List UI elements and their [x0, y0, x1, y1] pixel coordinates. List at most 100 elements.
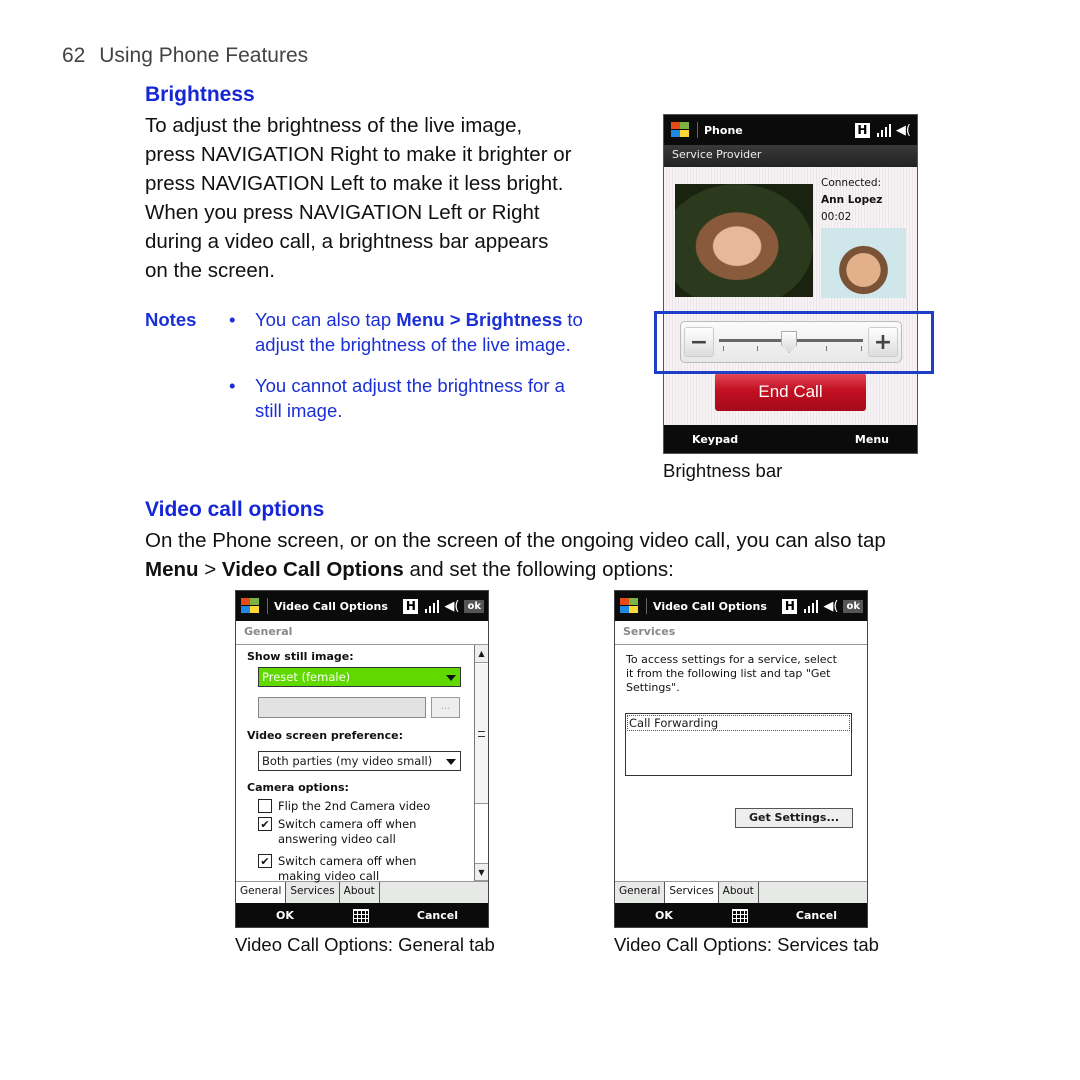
checkbox-label: Flip the 2nd Camera video: [278, 799, 431, 813]
title-bar: Video Call Options H ◀( ok: [615, 591, 867, 621]
checkbox-flip-camera[interactable]: Flip the 2nd Camera video: [258, 799, 430, 814]
camera-options-label: Camera options:: [247, 781, 349, 794]
brightness-bar-caption: Brightness bar: [663, 460, 783, 481]
app-title: Video Call Options: [653, 599, 767, 613]
scroll-up-icon[interactable]: ▲: [475, 645, 488, 663]
ok-button[interactable]: ok: [843, 599, 863, 613]
list-item[interactable]: Call Forwarding: [627, 715, 850, 731]
windows-start-icon[interactable]: [240, 598, 260, 614]
signal-icon[interactable]: [802, 599, 819, 613]
softkey-bar: Keypad Menu: [664, 425, 917, 453]
call-duration: 00:02: [821, 211, 852, 223]
tab-general[interactable]: General: [615, 882, 666, 903]
connected-label: Connected:: [821, 177, 882, 189]
video-call-area: Connected: Ann Lopez 00:02 − + End Call: [664, 167, 917, 425]
volume-icon[interactable]: ◀(: [823, 599, 838, 614]
app-title: Phone: [704, 123, 743, 137]
checkbox-label-line2: making video call: [278, 869, 380, 883]
paragraph-line: press NAVIGATION Left to make it less br…: [145, 172, 564, 195]
still-image-dropdown[interactable]: Preset (female): [258, 667, 461, 687]
keyboard-icon[interactable]: [732, 908, 748, 923]
note-2-line1: You cannot adjust the brightness for a: [255, 375, 565, 396]
h-network-icon[interactable]: H: [854, 122, 870, 138]
status-icons: H ◀( ok: [782, 598, 863, 614]
menu-softkey[interactable]: Menu: [855, 433, 889, 446]
h-network-icon[interactable]: H: [403, 598, 419, 614]
ok-softkey[interactable]: OK: [276, 909, 294, 922]
vertical-scrollbar[interactable]: ▲ ▼: [474, 645, 488, 881]
ok-button[interactable]: ok: [464, 599, 484, 613]
still-image-path-field[interactable]: [258, 697, 426, 718]
scroll-grip-icon: [478, 731, 485, 737]
title-separator: [267, 598, 268, 614]
tab-bar: General Services About: [615, 881, 867, 903]
screen-subtitle: General: [236, 621, 488, 645]
still-image-value: Preset (female): [262, 670, 351, 684]
show-still-image-label: Show still image:: [247, 650, 354, 663]
keypad-softkey[interactable]: Keypad: [692, 433, 738, 446]
remote-video-image: [675, 184, 813, 297]
video-call-options-heading: Video call options: [145, 498, 325, 521]
page-header: 62 Using Phone Features: [62, 44, 308, 68]
notes-label: Notes: [145, 309, 197, 330]
paragraph-line: When you press NAVIGATION Left or Right: [145, 201, 540, 224]
title-separator: [646, 598, 647, 614]
video-preference-dropdown[interactable]: Both parties (my video small): [258, 751, 461, 771]
call-info: Connected: Ann Lopez 00:02: [821, 175, 882, 226]
tab-about[interactable]: About: [340, 882, 380, 903]
note-1-pre: You can also tap: [255, 309, 397, 330]
intro-menu: Menu: [145, 558, 199, 581]
note-1-menu-path: Menu > Brightness: [396, 309, 563, 330]
end-call-button[interactable]: End Call: [715, 373, 866, 411]
services-list[interactable]: Call Forwarding: [625, 713, 852, 776]
video-preference-value: Both parties (my video small): [262, 754, 433, 768]
note-bullet: •: [229, 375, 236, 396]
service-provider: Service Provider: [664, 145, 917, 167]
brightness-paragraph: To adjust the brightness of the live ima…: [145, 111, 571, 285]
checkbox-camera-off-answering[interactable]: ✔ Switch camera off when answering video…: [258, 817, 416, 847]
volume-icon[interactable]: ◀(: [896, 123, 911, 138]
signal-icon[interactable]: [423, 599, 440, 613]
tab-general[interactable]: General: [236, 882, 287, 903]
note-2: You cannot adjust the brightness for a s…: [255, 373, 565, 423]
tab-services[interactable]: Services: [286, 882, 340, 903]
video-preference-label: Video screen preference:: [247, 729, 403, 742]
checkbox-label: Switch camera off when: [278, 817, 417, 831]
windows-start-icon[interactable]: [670, 122, 690, 138]
general-tab-screen: Video Call Options H ◀( ok General Show …: [235, 590, 489, 928]
intro-post: and set the following options:: [403, 558, 674, 581]
ok-softkey[interactable]: OK: [655, 909, 673, 922]
services-tab-caption: Video Call Options: Services tab: [614, 934, 879, 955]
tab-about[interactable]: About: [719, 882, 759, 903]
scroll-down-icon[interactable]: ▼: [475, 863, 488, 881]
softkey-bar: OK Cancel: [615, 903, 867, 927]
note-1: You can also tap Menu > Brightness to ad…: [255, 307, 583, 357]
browse-button[interactable]: ...: [431, 697, 460, 718]
checkbox-camera-off-making[interactable]: ✔ Switch camera off when making video ca…: [258, 854, 416, 884]
note-2-line2: still image.: [255, 400, 343, 421]
general-tab-caption: Video Call Options: General tab: [235, 934, 495, 955]
paragraph-line: press NAVIGATION Right to make it bright…: [145, 143, 572, 166]
section-title: Using Phone Features: [99, 44, 309, 67]
chevron-down-icon: [446, 759, 456, 765]
local-video-image: [821, 228, 906, 298]
get-settings-button[interactable]: Get Settings...: [735, 808, 853, 828]
keyboard-icon[interactable]: [353, 908, 369, 923]
checkbox-checked[interactable]: ✔: [258, 817, 272, 831]
note-bullet: •: [229, 309, 236, 330]
caller-name: Ann Lopez: [821, 194, 883, 206]
paragraph-line: To adjust the brightness of the live ima…: [145, 114, 523, 137]
cancel-softkey[interactable]: Cancel: [417, 909, 458, 922]
checkbox[interactable]: [258, 799, 272, 813]
brightness-heading: Brightness: [145, 83, 255, 106]
cancel-softkey[interactable]: Cancel: [796, 909, 837, 922]
services-tab-screen: Video Call Options H ◀( ok Services To a…: [614, 590, 868, 928]
volume-icon[interactable]: ◀(: [444, 599, 459, 614]
windows-start-icon[interactable]: [619, 598, 639, 614]
phone-screen: Phone H ◀( Service Provider Connected: A…: [663, 114, 918, 454]
checkbox-checked[interactable]: ✔: [258, 854, 272, 868]
tab-services[interactable]: Services: [665, 882, 719, 903]
h-network-icon[interactable]: H: [782, 598, 798, 614]
softkey-bar: OK Cancel: [236, 903, 488, 927]
signal-icon[interactable]: [875, 123, 891, 137]
